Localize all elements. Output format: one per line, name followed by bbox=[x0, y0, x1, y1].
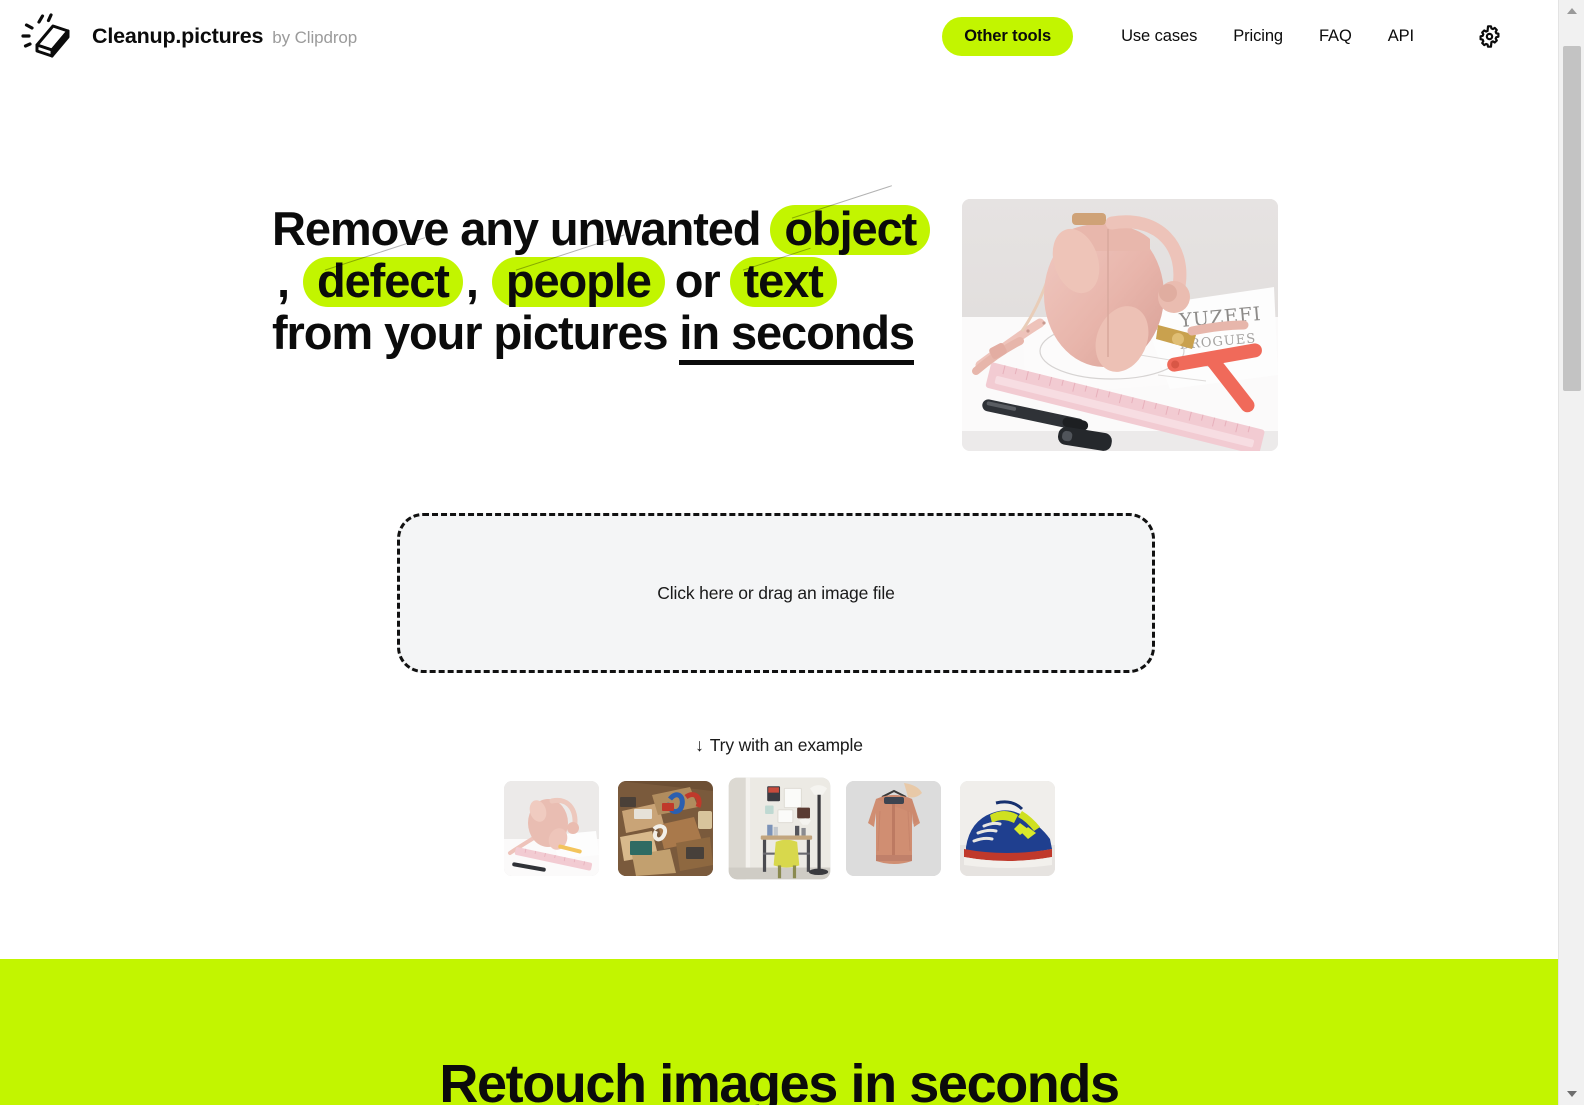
other-tools-button[interactable]: Other tools bbox=[942, 16, 1074, 56]
page-title: Remove any unwanted object, defect, peop… bbox=[272, 202, 932, 365]
brand-byline: by Clipdrop bbox=[272, 27, 358, 47]
down-arrow-icon: ↓ bbox=[695, 735, 704, 755]
brand-name: Cleanup.pictures bbox=[92, 23, 264, 48]
heading-comma-1: , bbox=[277, 254, 291, 307]
page-content: Cleanup.pictures by Clipdrop Other tools… bbox=[0, 0, 1558, 1105]
scroll-up-arrow-icon[interactable] bbox=[1559, 0, 1584, 22]
heading-conjunction: or bbox=[674, 254, 721, 307]
image-dropzone[interactable]: Click here or drag an image file bbox=[397, 513, 1155, 673]
heading-underlined: in seconds bbox=[679, 306, 915, 365]
gear-icon[interactable] bbox=[1472, 19, 1506, 53]
example-thumbnail-jacket[interactable] bbox=[845, 781, 941, 876]
scrollbar-thumb[interactable] bbox=[1563, 46, 1581, 391]
example-thumbnail-office[interactable] bbox=[728, 777, 830, 880]
examples-title: ↓ Try with an example bbox=[0, 735, 1558, 756]
example-thumbnail-row bbox=[0, 777, 1558, 880]
heading-highlight-text: text bbox=[729, 257, 837, 307]
hero-image: YUZEFI BROGUES bbox=[962, 199, 1278, 451]
site-header: Cleanup.pictures by Clipdrop Other tools… bbox=[0, 0, 1558, 72]
heading-comma-2: , bbox=[465, 254, 479, 307]
examples-section: ↓ Try with an example bbox=[0, 735, 1558, 880]
example-thumbnail-workshop[interactable] bbox=[617, 781, 713, 876]
example-thumbnail-sneaker[interactable] bbox=[959, 781, 1055, 876]
heading-prefix: Remove any unwanted bbox=[272, 202, 761, 255]
nav-link-use-cases[interactable]: Use cases bbox=[1103, 17, 1215, 56]
retouch-section: Retouch images in seconds bbox=[0, 959, 1558, 1105]
scroll-down-arrow-icon[interactable] bbox=[1559, 1083, 1584, 1105]
vertical-scrollbar[interactable] bbox=[1558, 0, 1584, 1105]
brand-logo[interactable]: Cleanup.pictures by Clipdrop bbox=[18, 12, 357, 60]
eraser-sparkle-icon bbox=[18, 12, 74, 60]
retouch-heading: Retouch images in seconds bbox=[439, 1054, 1120, 1105]
example-thumbnail-handbag[interactable] bbox=[503, 781, 599, 876]
heading-highlight-people: people bbox=[491, 257, 665, 307]
heading-tail: from your pictures bbox=[272, 306, 669, 359]
heading-highlight-object: object bbox=[770, 205, 931, 255]
nav-link-faq[interactable]: FAQ bbox=[1301, 17, 1370, 56]
examples-title-label: Try with an example bbox=[709, 735, 863, 755]
dropzone-label: Click here or drag an image file bbox=[657, 582, 895, 603]
main-nav: Other tools Use cases Pricing FAQ API bbox=[942, 16, 1506, 56]
nav-link-api[interactable]: API bbox=[1370, 17, 1432, 56]
heading-highlight-defect: defect bbox=[303, 257, 463, 307]
browser-viewport: Cleanup.pictures by Clipdrop Other tools… bbox=[0, 0, 1584, 1105]
hero-section: Remove any unwanted object, defect, peop… bbox=[0, 72, 1558, 492]
nav-link-pricing[interactable]: Pricing bbox=[1215, 17, 1301, 56]
